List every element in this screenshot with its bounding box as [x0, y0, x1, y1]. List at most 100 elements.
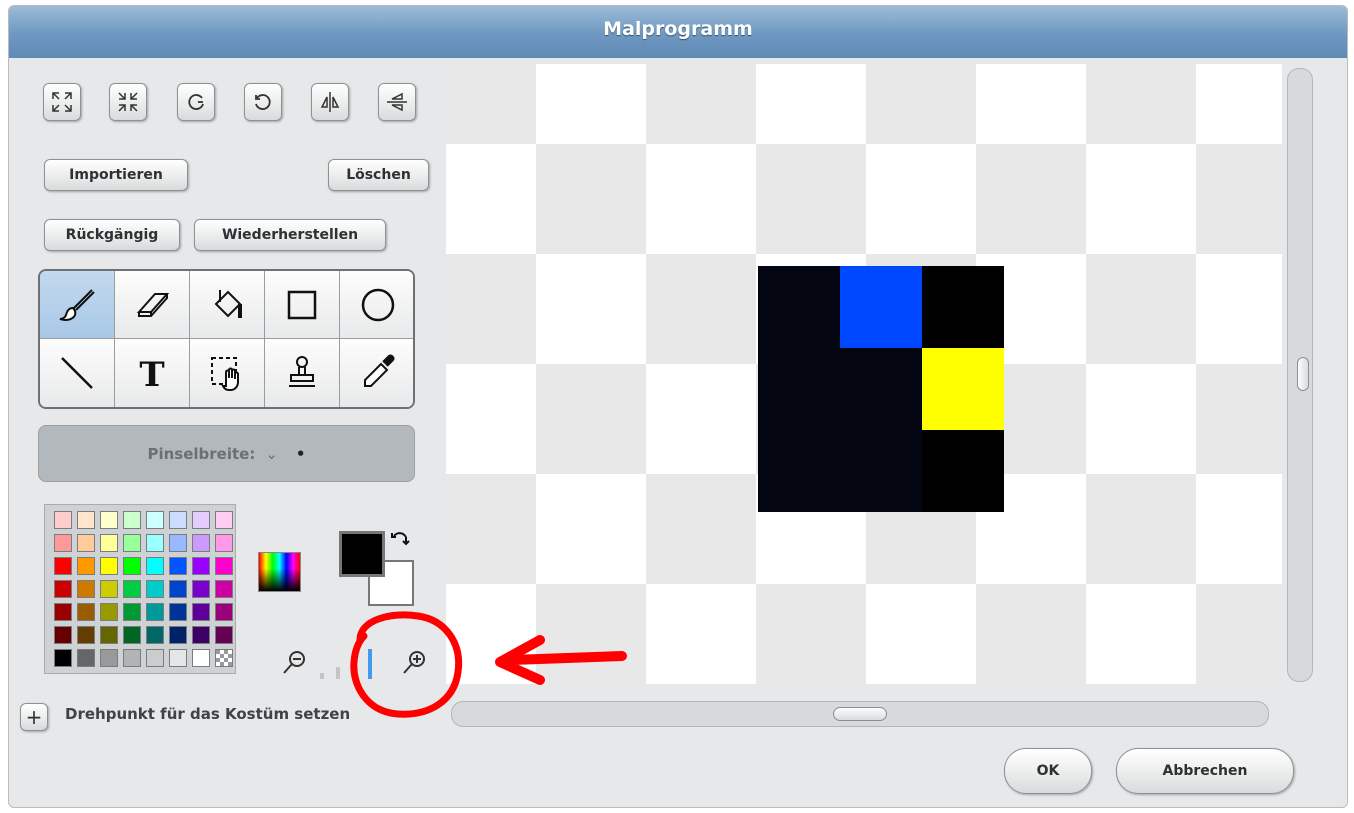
- palette-swatch[interactable]: [54, 626, 72, 644]
- zoom-level-bar[interactable]: [368, 649, 372, 679]
- canvas-pixel: [840, 348, 922, 430]
- clear-button[interactable]: Löschen: [328, 159, 429, 191]
- flip-vertical-button[interactable]: [378, 83, 416, 121]
- tool-text[interactable]: T: [115, 339, 190, 407]
- palette-swatch[interactable]: [54, 511, 72, 529]
- tool-rectangle[interactable]: [265, 271, 340, 339]
- rotate-left-button[interactable]: [177, 83, 215, 121]
- palette-swatch[interactable]: [169, 557, 187, 575]
- shrink-button[interactable]: [109, 83, 147, 121]
- palette-swatch[interactable]: [146, 580, 164, 598]
- palette-swatch[interactable]: [169, 580, 187, 598]
- palette-swatch[interactable]: [54, 534, 72, 552]
- palette-swatch[interactable]: [123, 557, 141, 575]
- palette-swatch[interactable]: [215, 603, 233, 621]
- rotate-right-button[interactable]: [244, 83, 282, 121]
- palette-swatch[interactable]: [215, 511, 233, 529]
- title-bar[interactable]: Malprogramm: [9, 6, 1347, 58]
- palette-swatch[interactable]: [77, 649, 95, 667]
- tool-paintbrush[interactable]: [40, 271, 115, 339]
- palette-swatch[interactable]: [192, 626, 210, 644]
- palette-swatch[interactable]: [77, 626, 95, 644]
- flip-horizontal-button[interactable]: [311, 83, 349, 121]
- palette-swatch[interactable]: [215, 649, 233, 667]
- vertical-scroll-thumb[interactable]: [1297, 357, 1309, 391]
- tool-line[interactable]: [40, 339, 115, 407]
- palette-swatch[interactable]: [123, 649, 141, 667]
- text-icon: T: [139, 355, 164, 394]
- palette-swatch[interactable]: [100, 626, 118, 644]
- palette-swatch[interactable]: [215, 580, 233, 598]
- zoom-out-icon[interactable]: [280, 648, 308, 676]
- palette-swatch[interactable]: [123, 580, 141, 598]
- primary-color-swatch[interactable]: [339, 531, 385, 577]
- palette-swatch[interactable]: [54, 580, 72, 598]
- color-spectrum-button[interactable]: [258, 552, 301, 592]
- palette-swatch[interactable]: [146, 534, 164, 552]
- palette-swatch[interactable]: [100, 511, 118, 529]
- palette-swatch[interactable]: [215, 534, 233, 552]
- palette-swatch[interactable]: [169, 511, 187, 529]
- palette-swatch[interactable]: [146, 511, 164, 529]
- palette-swatch[interactable]: [192, 603, 210, 621]
- checker-cell: [756, 64, 866, 144]
- undo-button[interactable]: Rückgängig: [44, 219, 180, 251]
- palette-swatch[interactable]: [54, 603, 72, 621]
- tool-ellipse[interactable]: [340, 271, 413, 339]
- palette-swatch[interactable]: [169, 603, 187, 621]
- palette-swatch[interactable]: [54, 649, 72, 667]
- palette-swatch[interactable]: [146, 557, 164, 575]
- cancel-button[interactable]: Abbrechen: [1116, 748, 1294, 794]
- palette-swatch[interactable]: [215, 626, 233, 644]
- horizontal-scroll-thumb[interactable]: [833, 707, 887, 721]
- palette-swatch[interactable]: [100, 534, 118, 552]
- palette-swatch[interactable]: [77, 557, 95, 575]
- palette-swatch[interactable]: [77, 580, 95, 598]
- checker-cell: [646, 584, 756, 684]
- palette-swatch[interactable]: [123, 603, 141, 621]
- palette-swatch[interactable]: [123, 626, 141, 644]
- swap-colors-icon[interactable]: [388, 528, 412, 552]
- zoom-level-bar[interactable]: [336, 667, 340, 679]
- palette-swatch[interactable]: [192, 534, 210, 552]
- palette-swatch[interactable]: [192, 580, 210, 598]
- palette-swatch[interactable]: [215, 557, 233, 575]
- tool-eraser[interactable]: [115, 271, 190, 339]
- tool-fill[interactable]: [190, 271, 265, 339]
- tool-select[interactable]: [190, 339, 265, 407]
- brush-width-selector[interactable]: Pinselbreite: ⌄ •: [38, 425, 415, 482]
- palette-swatch[interactable]: [54, 557, 72, 575]
- palette-swatch[interactable]: [100, 557, 118, 575]
- palette-swatch[interactable]: [100, 603, 118, 621]
- ellipse-icon: [361, 288, 394, 321]
- palette-swatch[interactable]: [77, 511, 95, 529]
- tool-stamp[interactable]: [265, 339, 340, 407]
- palette-swatch[interactable]: [192, 511, 210, 529]
- grow-button[interactable]: [43, 83, 81, 121]
- ok-button[interactable]: OK: [1004, 748, 1092, 794]
- import-button[interactable]: Importieren: [44, 159, 188, 191]
- palette-swatch[interactable]: [123, 534, 141, 552]
- palette-swatch[interactable]: [146, 649, 164, 667]
- palette-swatch[interactable]: [169, 534, 187, 552]
- palette-swatch[interactable]: [169, 649, 187, 667]
- tool-eyedropper[interactable]: [340, 339, 413, 407]
- palette-swatch[interactable]: [146, 626, 164, 644]
- palette-swatch[interactable]: [192, 649, 210, 667]
- paint-canvas[interactable]: [446, 64, 1282, 684]
- canvas-drawing[interactable]: [446, 64, 1282, 684]
- zoom-level-bar[interactable]: [320, 673, 324, 679]
- zoom-level-bar[interactable]: [352, 659, 356, 679]
- palette-swatch[interactable]: [192, 557, 210, 575]
- palette-swatch[interactable]: [100, 580, 118, 598]
- palette-swatch[interactable]: [100, 649, 118, 667]
- palette-swatch[interactable]: [77, 603, 95, 621]
- palette-swatch[interactable]: [169, 626, 187, 644]
- palette-swatch[interactable]: [146, 603, 164, 621]
- palette-swatch[interactable]: [123, 511, 141, 529]
- flip-horizontal-icon: [320, 92, 340, 112]
- palette-swatch[interactable]: [77, 534, 95, 552]
- set-pivot-button[interactable]: +: [20, 703, 48, 731]
- redo-button[interactable]: Wiederherstellen: [194, 219, 386, 251]
- zoom-in-icon[interactable]: [400, 648, 428, 676]
